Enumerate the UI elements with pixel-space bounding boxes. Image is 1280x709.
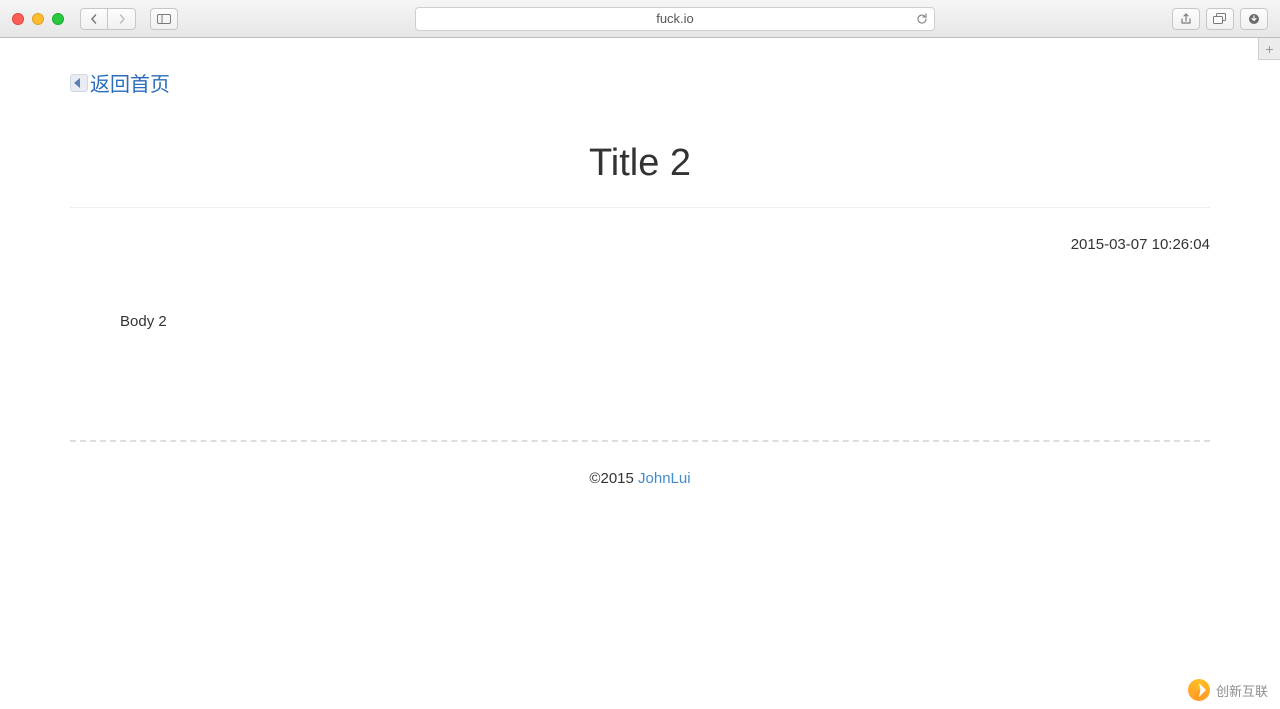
author-link[interactable]: JohnLui <box>638 470 691 487</box>
reload-icon[interactable] <box>916 13 928 25</box>
page-title: Title 2 <box>70 142 1210 185</box>
forward-button[interactable] <box>108 8 136 30</box>
back-home-link[interactable]: 返回首页 <box>70 68 170 97</box>
watermark: 创新互联 <box>1188 679 1268 701</box>
sidebar-toggle-button[interactable] <box>150 8 178 30</box>
fullscreen-window-button[interactable] <box>52 13 64 25</box>
page-content: 返回首页 Title 2 2015-03-07 10:26:04 Body 2 … <box>0 38 1280 487</box>
address-bar-url: fuck.io <box>656 11 694 26</box>
timestamp: 2015-03-07 10:26:04 <box>70 236 1210 253</box>
share-button[interactable] <box>1172 8 1200 30</box>
copyright-text: ©2015 <box>589 470 638 487</box>
back-link-text: 返回首页 <box>90 68 170 97</box>
footer: ©2015 JohnLui <box>70 470 1210 487</box>
browser-chrome: fuck.io <box>0 0 1280 38</box>
toolbar-right <box>1172 8 1268 30</box>
address-bar[interactable]: fuck.io <box>415 7 935 31</box>
nav-buttons <box>80 8 136 30</box>
back-arrow-icon <box>70 74 88 92</box>
dashed-divider <box>70 440 1210 442</box>
body-text: Body 2 <box>120 313 1210 330</box>
traffic-lights <box>12 13 64 25</box>
close-window-button[interactable] <box>12 13 24 25</box>
minimize-window-button[interactable] <box>32 13 44 25</box>
downloads-button[interactable] <box>1240 8 1268 30</box>
new-tab-button[interactable]: + <box>1258 38 1280 60</box>
title-divider <box>70 207 1210 208</box>
watermark-logo-icon <box>1188 679 1210 701</box>
tabs-button[interactable] <box>1206 8 1234 30</box>
watermark-text: 创新互联 <box>1216 681 1268 700</box>
back-button[interactable] <box>80 8 108 30</box>
